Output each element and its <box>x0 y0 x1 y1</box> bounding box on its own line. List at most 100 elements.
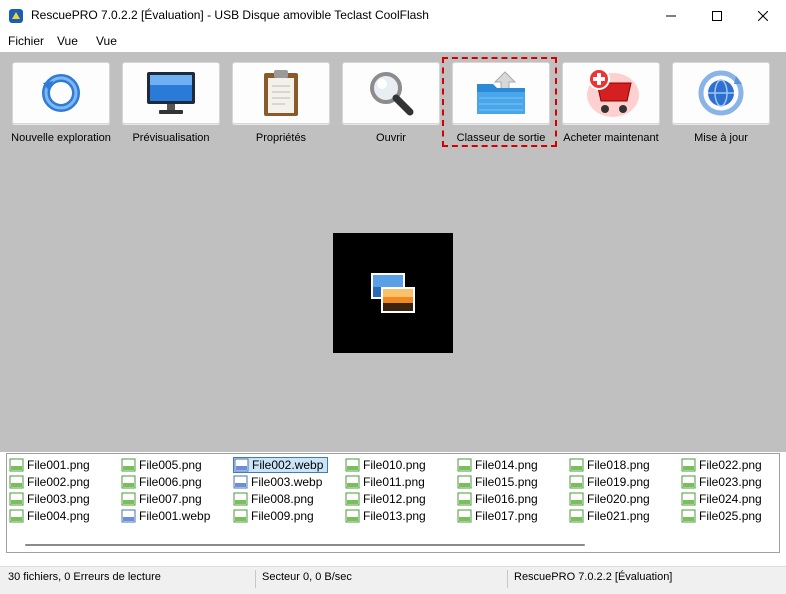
png-file-icon <box>457 458 472 472</box>
file-item[interactable]: File014.png <box>457 457 538 473</box>
file-name: File014.png <box>475 458 538 472</box>
png-file-icon <box>345 492 360 506</box>
image-placeholder-icon <box>371 273 415 313</box>
file-item[interactable]: File007.png <box>121 491 202 507</box>
status-divider <box>255 570 256 588</box>
file-name: File001.png <box>27 458 90 472</box>
file-item[interactable]: File008.png <box>233 491 314 507</box>
png-file-icon <box>121 475 136 489</box>
png-file-icon <box>569 509 584 523</box>
png-file-icon <box>121 492 136 506</box>
toolbar-properties[interactable]: Propriétés <box>226 62 336 144</box>
minimize-button[interactable] <box>648 0 694 32</box>
toolbar-open[interactable]: Ouvrir <box>336 62 446 144</box>
new-scan-button[interactable] <box>12 62 110 124</box>
file-name: File017.png <box>475 509 538 523</box>
file-name: File008.png <box>251 492 314 506</box>
file-item[interactable]: File018.png <box>569 457 650 473</box>
file-item[interactable]: File002.webp <box>233 457 329 473</box>
buy-now-button[interactable] <box>562 62 660 124</box>
preview-button[interactable] <box>122 62 220 124</box>
open-button[interactable] <box>342 62 440 124</box>
menu-fichier[interactable]: Fichier <box>8 34 44 48</box>
file-item[interactable]: File019.png <box>569 474 650 490</box>
toolbar-new-scan[interactable]: Nouvelle exploration <box>6 62 116 144</box>
status-version: RescuePRO 7.0.2.2 [Évaluation] <box>514 571 673 583</box>
buy-now-label: Acheter maintenant <box>563 132 659 144</box>
maximize-button[interactable] <box>694 0 740 32</box>
file-name: File011.png <box>363 475 425 489</box>
file-item[interactable]: File003.webp <box>233 474 322 490</box>
close-button[interactable] <box>740 0 786 32</box>
file-item[interactable]: File025.png <box>681 508 762 524</box>
file-name: File019.png <box>587 475 650 489</box>
file-item[interactable]: File016.png <box>457 491 538 507</box>
png-file-icon <box>9 509 24 523</box>
webp-file-icon <box>233 475 248 489</box>
file-name: File007.png <box>139 492 202 506</box>
png-file-icon <box>233 509 248 523</box>
file-name: File001.webp <box>139 509 211 523</box>
file-item[interactable]: File013.png <box>345 508 426 524</box>
properties-button[interactable] <box>232 62 330 124</box>
file-item[interactable]: File010.png <box>345 457 426 473</box>
png-file-icon <box>9 475 24 489</box>
toolbar-update[interactable]: Mise à jour <box>666 62 776 144</box>
file-item[interactable]: File009.png <box>233 508 314 524</box>
file-list[interactable]: File001.png File002.png File003.png File004… <box>6 453 780 553</box>
file-name: File015.png <box>475 475 538 489</box>
file-item[interactable]: File002.png <box>9 474 90 490</box>
file-item[interactable]: File015.png <box>457 474 538 490</box>
file-name: File010.png <box>363 458 426 472</box>
toolbar-buy-now[interactable]: Acheter maintenant <box>556 62 666 144</box>
file-item[interactable]: File022.png <box>681 457 762 473</box>
file-item[interactable]: File020.png <box>569 491 650 507</box>
toolbar-preview[interactable]: Prévisualisation <box>116 62 226 144</box>
file-item[interactable]: File001.png <box>9 457 90 473</box>
png-file-icon <box>457 509 472 523</box>
menu-vue[interactable]: Vue <box>57 34 78 48</box>
file-item[interactable]: File006.png <box>121 474 202 490</box>
update-label: Mise à jour <box>694 132 748 144</box>
menu-vue-2[interactable]: Vue <box>96 34 117 48</box>
file-name: File005.png <box>139 458 202 472</box>
globe-update-icon <box>698 70 744 116</box>
file-item[interactable]: File004.png <box>9 508 90 524</box>
update-button[interactable] <box>672 62 770 124</box>
shopping-cart-icon <box>587 68 639 117</box>
file-item[interactable]: File017.png <box>457 508 538 524</box>
png-file-icon <box>345 509 360 523</box>
png-file-icon <box>9 492 24 506</box>
status-divider <box>507 570 508 588</box>
file-item[interactable]: File012.png <box>345 491 426 507</box>
png-file-icon <box>457 475 472 489</box>
magnifier-icon <box>370 72 414 116</box>
open-label: Ouvrir <box>376 132 406 144</box>
menu-bar: Fichier Vue Vue <box>0 32 786 52</box>
file-name: File012.png <box>363 492 426 506</box>
status-bar: 30 fichiers, 0 Erreurs de lecture Secteu… <box>0 566 786 594</box>
png-file-icon <box>9 458 24 472</box>
png-file-icon <box>233 492 248 506</box>
output-folder-highlight <box>442 57 557 147</box>
webp-file-icon <box>121 509 136 523</box>
file-item[interactable]: File021.png <box>569 508 650 524</box>
title-bar: RescuePRO 7.0.2.2 [Évaluation] - USB Dis… <box>0 0 786 32</box>
file-item[interactable]: File001.webp <box>121 508 210 524</box>
png-file-icon <box>681 458 696 472</box>
file-item[interactable]: File003.png <box>9 491 90 507</box>
file-item[interactable]: File005.png <box>121 457 202 473</box>
file-item[interactable]: File023.png <box>681 474 762 490</box>
status-sector: Secteur 0, 0 B/sec <box>262 571 352 583</box>
file-name: File013.png <box>363 509 426 523</box>
file-item[interactable]: File024.png <box>681 491 762 507</box>
monitor-icon <box>147 72 195 114</box>
file-name: File018.png <box>587 458 650 472</box>
png-file-icon <box>457 492 472 506</box>
png-file-icon <box>569 475 584 489</box>
horizontal-scrollbar[interactable] <box>25 544 585 546</box>
rescuepro-app-icon <box>9 9 23 23</box>
file-name: File004.png <box>27 509 90 523</box>
png-file-icon <box>345 475 360 489</box>
file-item[interactable]: File011.png <box>345 474 425 490</box>
